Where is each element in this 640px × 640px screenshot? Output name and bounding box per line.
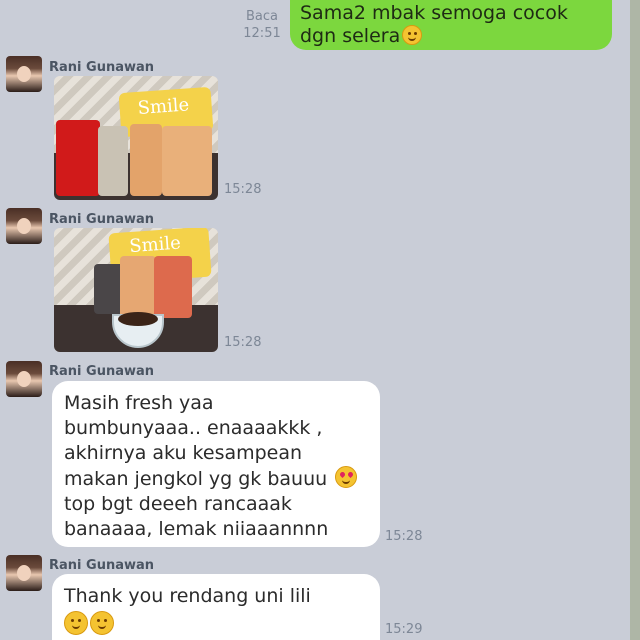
photo-text: Smile bbox=[136, 94, 190, 119]
avatar[interactable] bbox=[6, 555, 42, 591]
message-line: Masih fresh yaa bbox=[64, 392, 214, 414]
message-line: Sama2 mbak semoga cocok bbox=[300, 2, 568, 24]
heart-eyes-icon bbox=[335, 466, 358, 488]
message-line: Thank you rendang uni lili bbox=[64, 585, 311, 607]
message-line: dgn selera bbox=[300, 25, 401, 47]
smiling-face-icon bbox=[64, 611, 88, 635]
message-time: 15:28 bbox=[224, 335, 262, 350]
message-line: top bgt deeeh rancaaak bbox=[64, 493, 292, 515]
message-line: makan jengkol yg gk bauuu bbox=[64, 468, 328, 490]
sender-name: Rani Gunawan bbox=[49, 212, 155, 227]
avatar[interactable] bbox=[6, 56, 42, 92]
smiling-face-icon bbox=[90, 611, 114, 635]
message-time: 15:29 bbox=[385, 622, 423, 637]
sender-name: Rani Gunawan bbox=[49, 558, 155, 573]
outgoing-bubble[interactable]: Sama2 mbak semoga cocok dgn selera bbox=[290, 0, 612, 50]
photo-message[interactable]: Smile bbox=[54, 228, 218, 352]
photo-text: Smile bbox=[128, 232, 182, 258]
incoming-bubble[interactable]: Masih fresh yaa bumbunyaaa.. enaaaakkk ,… bbox=[52, 381, 380, 547]
message-line: bumbunyaaa.. enaaaakkk , bbox=[64, 417, 323, 439]
avatar[interactable] bbox=[6, 208, 42, 244]
smiling-face-icon bbox=[402, 25, 423, 45]
photo-message[interactable]: Smile bbox=[54, 76, 218, 200]
message-line: banaaaa, lemak niiaaannnn bbox=[64, 518, 329, 540]
read-status: Baca bbox=[246, 9, 278, 24]
message-time: 15:28 bbox=[385, 529, 423, 544]
outgoing-meta: Baca 12:51 bbox=[240, 8, 284, 42]
message-line: akhirnya aku kesampean bbox=[64, 442, 303, 464]
message-time: 12:51 bbox=[243, 26, 281, 41]
avatar[interactable] bbox=[6, 361, 42, 397]
message-time: 15:28 bbox=[224, 182, 262, 197]
screen-edge bbox=[630, 0, 640, 640]
incoming-bubble[interactable]: Thank you rendang uni lili bbox=[52, 574, 380, 640]
sender-name: Rani Gunawan bbox=[49, 60, 155, 75]
sender-name: Rani Gunawan bbox=[49, 364, 155, 379]
